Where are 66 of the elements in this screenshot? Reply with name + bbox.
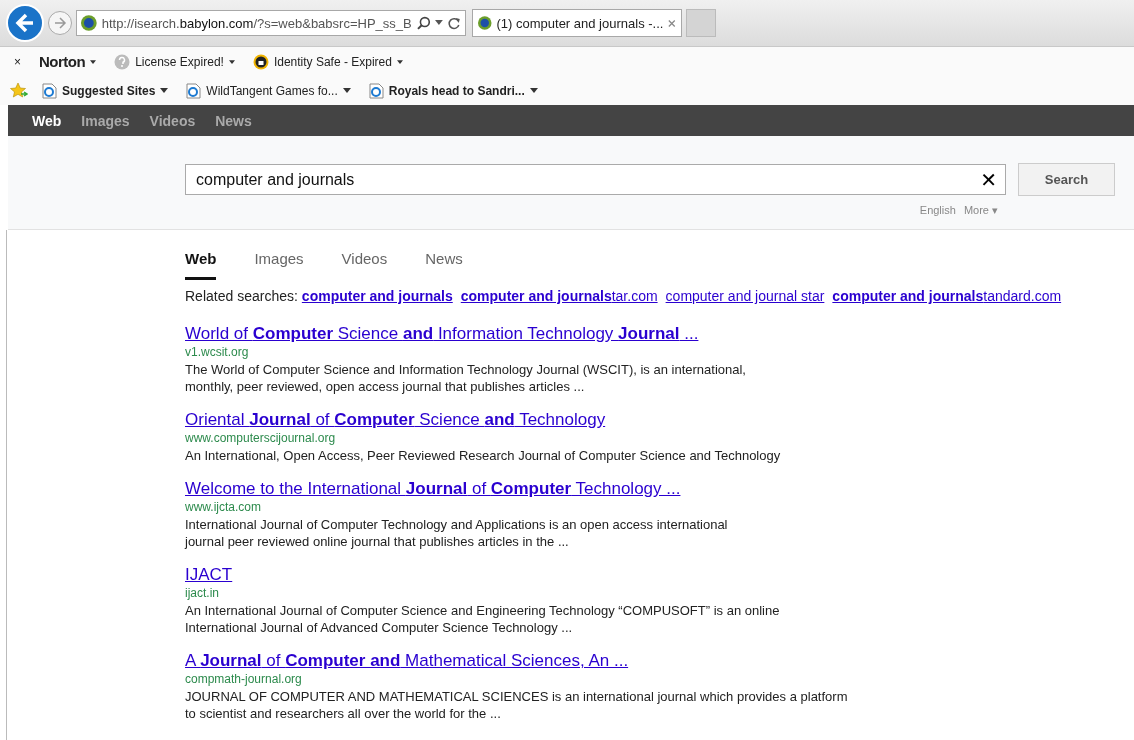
result-url: v1.wcsit.org [185, 344, 250, 361]
search-icon[interactable] [416, 16, 431, 30]
dropdown-icon[interactable] [435, 20, 444, 26]
toolbar-menu[interactable]: License Expired! [110, 53, 239, 70]
result-url: ijact.in [185, 585, 220, 602]
favorite-link[interactable]: WildTangent Games fo... [182, 82, 355, 99]
page-icon [42, 82, 57, 99]
result-snippet: journal peer reviewed online journal that publishes articles in the ... [185, 533, 570, 550]
browser-tab[interactable]: (1) computer and journals -... [472, 9, 682, 37]
related-link[interactable]: computer and journalstandard.com [832, 288, 1062, 304]
back-button[interactable] [6, 4, 44, 42]
more-link[interactable]: More ▾ [963, 204, 998, 217]
result-snippet: to scientist and researchers all over the world for the ... [185, 705, 502, 722]
lock-icon [252, 53, 269, 70]
result-snippet: The World of Computer Science and Information Technology Journal (WSCIT), is an international, [185, 361, 747, 378]
page-icon [186, 82, 202, 99]
site-logo-icon [478, 15, 492, 31]
back-arrow-icon [14, 12, 36, 34]
caret-icon [342, 88, 351, 93]
result-snippet: International Journal of Computer Technology and Applications is an open access international [185, 516, 729, 533]
nav-tab[interactable]: News [215, 112, 252, 129]
result-url: compmath-journal.org [185, 671, 303, 688]
page-icon [368, 82, 384, 99]
nav-tab[interactable]: Web [32, 112, 62, 129]
result-title-link[interactable]: A Journal of Computer and Mathematical Sciences, An ... [185, 651, 629, 671]
favorites-star-icon[interactable] [10, 82, 28, 99]
result-title-link[interactable]: IJACT [185, 565, 233, 585]
close-button[interactable]: × [10, 54, 25, 69]
toolbar-menu[interactable]: Identity Safe - Expired [248, 53, 407, 70]
caret-icon [90, 59, 97, 64]
clear-button[interactable]: ✕ [980, 167, 997, 192]
caret-icon [396, 59, 403, 64]
related-link[interactable]: computer and journal star [665, 288, 825, 304]
caret-icon [160, 88, 169, 93]
nav-tab[interactable]: Images [81, 112, 130, 129]
result-tab[interactable]: Web [185, 250, 217, 280]
question-icon [114, 53, 131, 70]
result-snippet: monthly, peer reviewed, open access journal that publishes articles ... [185, 378, 586, 395]
related-link[interactable]: computer and journalstar.com [460, 288, 658, 304]
result-url: www.ijcta.com [185, 499, 262, 516]
forward-arrow-icon [53, 16, 67, 30]
result-snippet: International Journal of Advanced Computer Science Technology ... [185, 619, 574, 636]
search-button[interactable]: Search [1018, 163, 1115, 196]
favorite-link[interactable]: Royals head to Sandri... [364, 82, 542, 99]
result-snippet: An International, Open Access, Peer Reviewed Research Journal of Computer Science and Technology [185, 447, 782, 464]
result-title-link[interactable]: World of Computer Science and Information Technology Journal ... [185, 324, 699, 344]
favorite-link[interactable]: Suggested Sites [38, 82, 173, 99]
result-tab[interactable]: News [425, 250, 463, 280]
caret-icon [529, 88, 538, 93]
result-snippet: An International Journal of Computer Science and Engineering Technology “COMPUSOFT” is an online [185, 602, 781, 619]
caret-icon [228, 59, 235, 64]
nav-tab[interactable]: Videos [149, 112, 196, 129]
result-title-link[interactable]: Oriental Journal of Computer Science and Technology [185, 410, 606, 430]
related-link[interactable]: computer and journals [301, 288, 453, 304]
refresh-icon[interactable] [448, 16, 461, 30]
search-field[interactable]: computer and journals ✕ [185, 164, 1006, 195]
site-logo-icon [81, 15, 97, 31]
result-title-link[interactable]: Welcome to the International Journal of Computer Technology ... [185, 479, 681, 499]
norton-menu[interactable]: Norton [35, 53, 101, 70]
close-icon[interactable] [668, 18, 676, 28]
result-tab[interactable]: Images [254, 250, 304, 280]
result-tab[interactable]: Videos [341, 250, 388, 280]
address-field[interactable]: http://isearch.babylon.com/?s=web&babsrc=HP_ss_B [76, 10, 466, 36]
related-label: Related searches: [185, 288, 298, 304]
result-snippet: JOURNAL OF COMPUTER AND MATHEMATICAL SCIENCES is an international journal which provides a platform [185, 688, 849, 705]
result-url: www.computerscijournal.org [185, 430, 337, 447]
